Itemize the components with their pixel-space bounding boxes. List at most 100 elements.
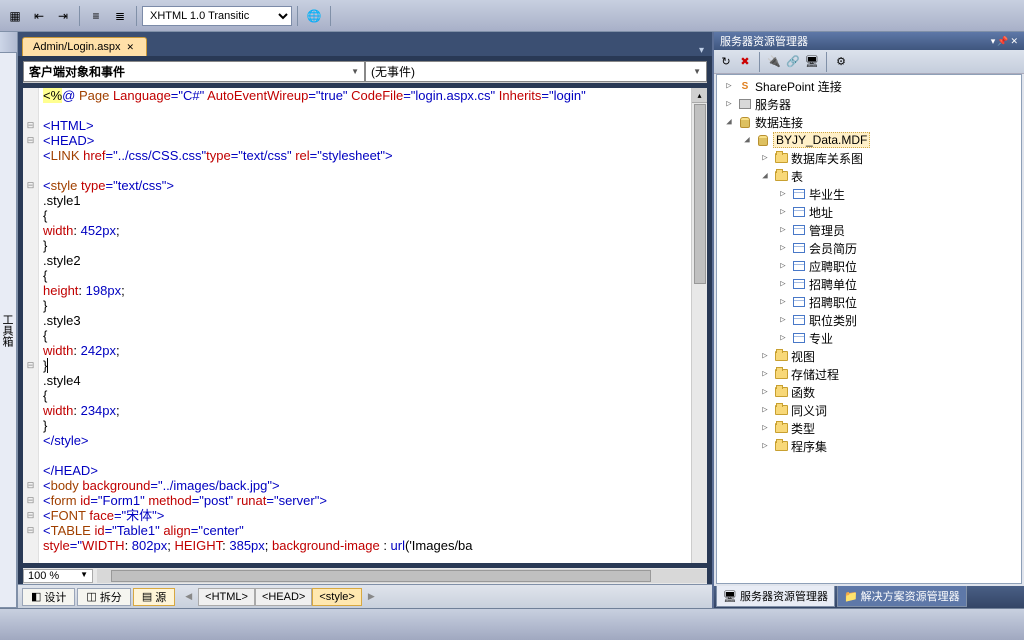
pin-icon[interactable]: 📌 [997,36,1008,47]
expand-icon[interactable]: ▷ [777,279,789,289]
object-dropdown[interactable]: 客户端对象和事件 ▼ [23,61,365,82]
toolbox-tab[interactable]: 工具箱 [0,52,17,608]
expand-icon[interactable]: ▷ [777,333,789,343]
chevron-down-icon: ▼ [693,67,701,76]
tree-node[interactable]: ▷ 函数 [719,383,1019,401]
tool-btn-4[interactable]: ≡ [85,5,107,27]
expand-icon[interactable]: ▷ [777,243,789,253]
tree-label: 函数 [791,384,815,401]
server-tree[interactable]: ▷SSharePoint 连接▷服务器◢数据连接◢BYJY_Data.MDF▷数… [716,74,1022,584]
expand-icon[interactable]: ◢ [723,117,735,127]
element-breadcrumb: <HTML> <HEAD> <style> [198,588,362,606]
tree-label: 地址 [809,204,833,221]
tool-btn-5[interactable]: ≣ [109,5,131,27]
tree-label: 数据连接 [755,114,803,131]
event-dropdown[interactable]: (无事件) ▼ [365,61,707,82]
tree-node[interactable]: ▷招聘职位 [719,293,1019,311]
toolbox-sidebar[interactable]: 工具箱 [0,32,18,608]
source-tab[interactable]: ▤源 [133,588,175,606]
separator [297,6,298,26]
expand-icon[interactable]: ▷ [723,99,735,109]
tree-node[interactable]: ▷ 专业 [719,329,1019,347]
tab-strip-menu[interactable]: ▾ [699,45,708,56]
horizontal-scrollbar[interactable] [97,569,707,583]
chevron-right-icon[interactable]: ▶ [368,591,375,602]
tree-node[interactable]: ▷类型 [719,419,1019,437]
tree-node[interactable]: ▷视图 [719,347,1019,365]
tree-node[interactable]: ▷SSharePoint 连接 [719,77,1019,95]
tree-node[interactable]: ▷职位类别 [719,311,1019,329]
tree-node[interactable]: ▷存储过程 [719,365,1019,383]
expand-icon[interactable]: ◢ [759,171,771,181]
scroll-thumb[interactable] [694,104,706,284]
tree-node[interactable]: ◢BYJY_Data.MDF [719,131,1019,149]
refresh-icon[interactable]: ↻ [718,54,734,70]
split-tab[interactable]: ◫拆分 [77,588,130,606]
format-toolbar: ▦ ⇤ ⇥ ≡ ≣ XHTML 1.0 Transitic 🌐 [0,0,1024,32]
tree-node[interactable]: ▷ 会员简历 [719,239,1019,257]
breadcrumb-item[interactable]: <HEAD> [255,588,312,606]
expand-icon[interactable]: ▷ [759,351,771,361]
tree-node[interactable]: ▷ 地址 [719,203,1019,221]
tool-icon[interactable]: ⚙ [833,54,849,70]
expand-icon[interactable]: ▷ [759,405,771,415]
connect-icon[interactable]: 🔌 [766,54,782,70]
breadcrumb-item[interactable]: <style> [312,588,361,606]
expand-icon[interactable]: ▷ [759,423,771,433]
chevron-left-icon[interactable]: ◀ [185,591,192,602]
tree-label: 专业 [809,330,833,347]
expand-icon[interactable]: ▷ [723,81,735,91]
tree-node[interactable]: ▷招聘单位 [719,275,1019,293]
fold-gutter[interactable]: ⊟⊟⊟⊟⊟⊟⊟⊟ [23,88,39,563]
expand-icon[interactable]: ▷ [759,387,771,397]
expand-icon[interactable]: ▷ [777,315,789,325]
tree-node[interactable]: ▷管理员 [719,221,1019,239]
tree-node[interactable]: ▷应聘职位 [719,257,1019,275]
panel-title-bar[interactable]: 服务器资源管理器 ▾ 📌 ✕ [714,32,1024,50]
tree-node[interactable]: ▷同义词 [719,401,1019,419]
solution-explorer-tab[interactable]: 📁 解决方案资源管理器 [837,586,967,607]
tree-node[interactable]: ◢ 数据连接 [719,113,1019,131]
expand-icon[interactable]: ▷ [777,207,789,217]
scroll-thumb[interactable] [111,570,651,582]
indent-btn[interactable]: ⇥ [52,5,74,27]
vertical-scrollbar[interactable]: ▴ [691,88,707,563]
add-connection-icon[interactable]: 🔗 [785,54,801,70]
expand-icon[interactable]: ▷ [759,153,771,163]
design-tab[interactable]: ◧设计 [22,588,75,606]
code-content[interactable]: <%@ Page Language="C#" AutoEventWireup="… [39,88,691,563]
folder-icon [773,403,789,417]
close-icon[interactable]: ✕ [1010,36,1018,47]
close-icon[interactable]: ✕ [126,42,136,52]
scroll-up-icon[interactable]: ▴ [692,88,707,103]
expand-icon[interactable]: ▷ [777,261,789,271]
tree-label: 会员简历 [809,240,857,257]
stop-icon[interactable]: ✖ [737,54,753,70]
tool-btn-1[interactable]: ▦ [4,5,26,27]
zoom-combo[interactable]: 100 % ▼ [23,569,93,583]
doctype-combo[interactable]: XHTML 1.0 Transitic [142,6,292,26]
expand-icon[interactable]: ▷ [777,225,789,235]
tree-label: 表 [791,168,803,185]
browse-btn[interactable]: 🌐 [303,5,325,27]
outdent-btn[interactable]: ⇤ [28,5,50,27]
server-explorer-tab[interactable]: 🖥 服务器资源管理器 [716,586,835,607]
dropdown-icon[interactable]: ▾ [991,36,996,47]
expand-icon[interactable]: ▷ [759,369,771,379]
tree-node[interactable]: ▷毕业生 [719,185,1019,203]
file-tab-active[interactable]: Admin/Login.aspx ✕ [22,37,147,56]
solution-icon: 📁 [844,590,858,603]
folder-icon [773,367,789,381]
folder-icon [773,385,789,399]
tree-node[interactable]: ▷服务器 [719,95,1019,113]
expand-icon[interactable]: ▷ [759,441,771,451]
add-server-icon[interactable]: 🖥 [804,54,820,70]
expand-icon[interactable]: ◢ [741,135,753,145]
expand-icon[interactable]: ▷ [777,189,789,199]
expand-icon[interactable]: ▷ [777,297,789,307]
breadcrumb-item[interactable]: <HTML> [198,588,255,606]
tree-node[interactable]: ▷程序集 [719,437,1019,455]
tree-node[interactable]: ◢表 [719,167,1019,185]
code-editor[interactable]: ⊟⊟⊟⊟⊟⊟⊟⊟ <%@ Page Language="C#" AutoEven… [23,88,707,563]
tree-node[interactable]: ▷数据库关系图 [719,149,1019,167]
